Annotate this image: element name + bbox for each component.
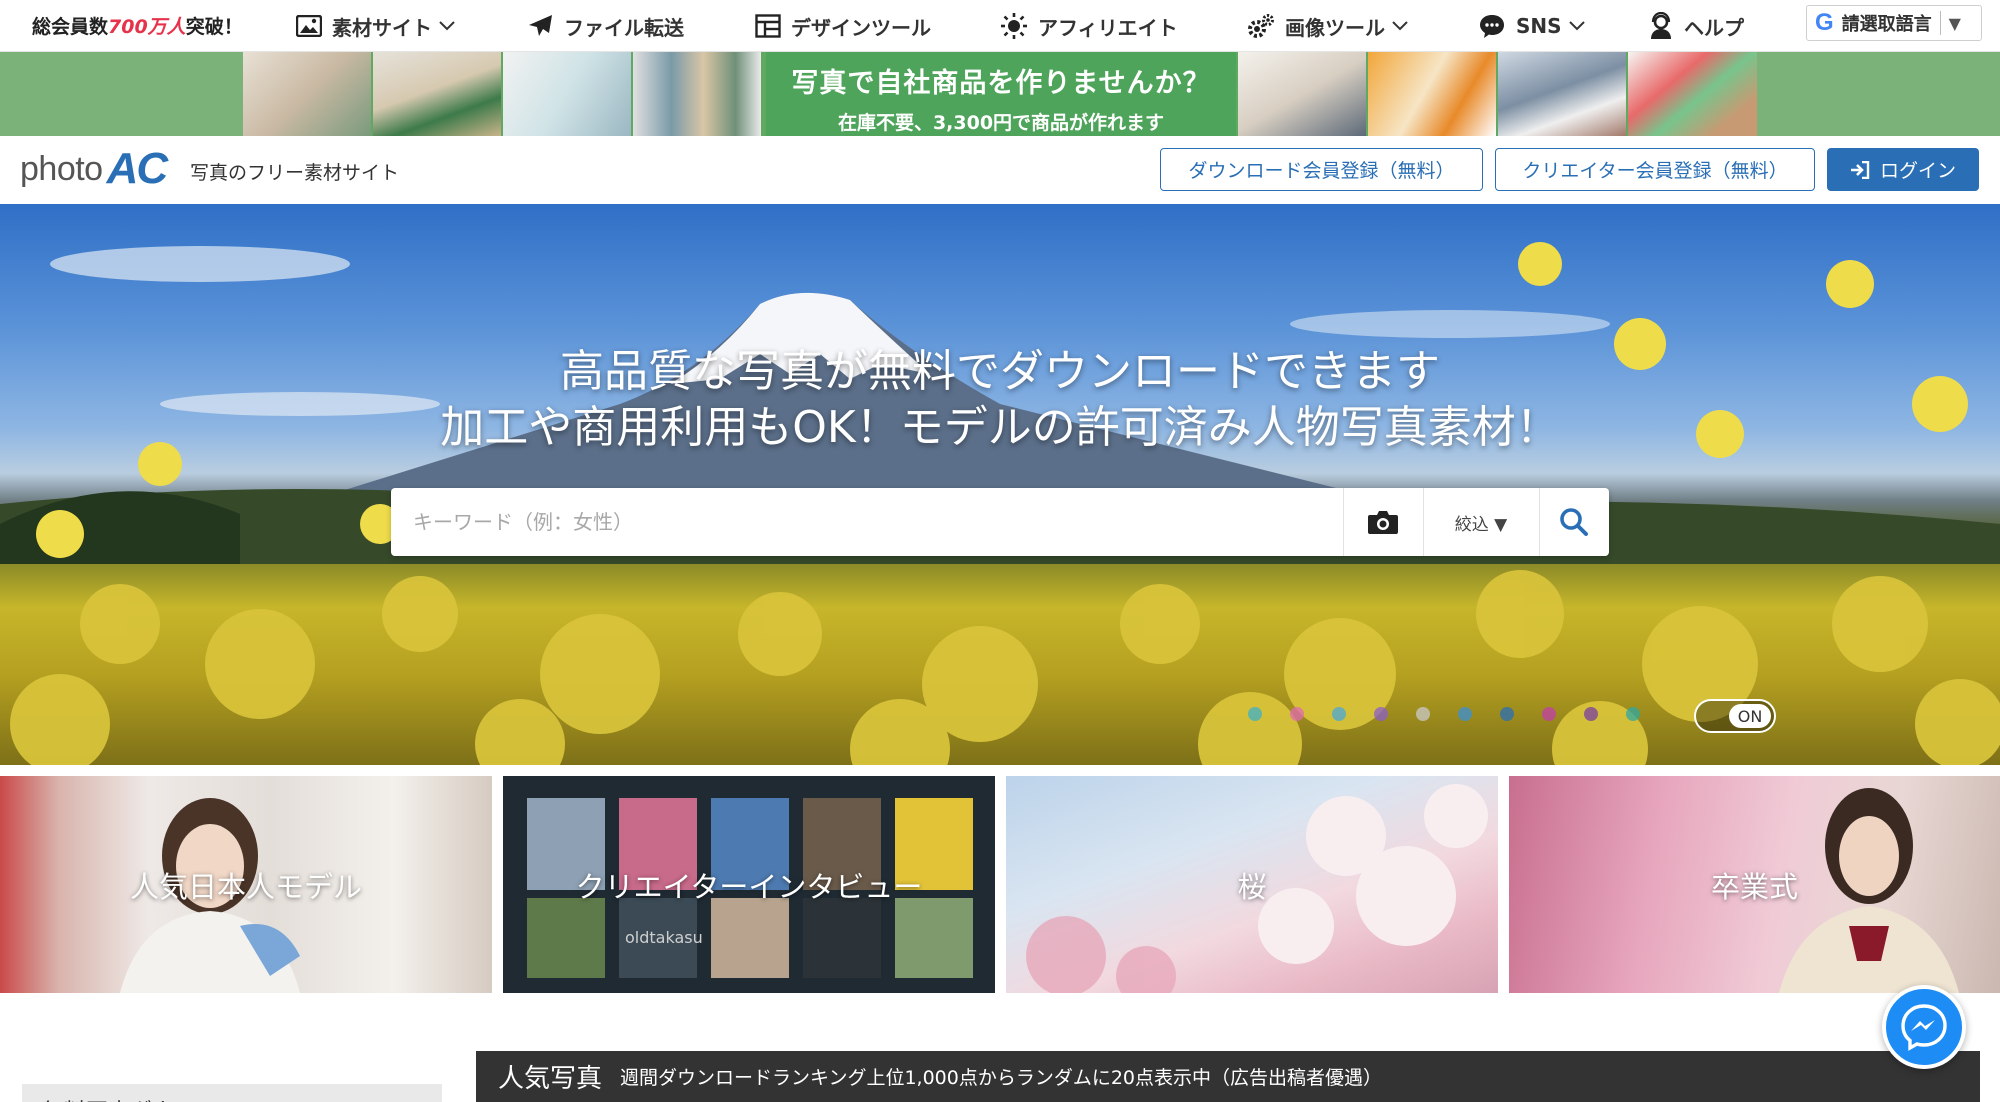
language-selector[interactable]: G 請選取語言 ▼: [1806, 5, 1982, 41]
paper-plane-icon: [529, 15, 552, 36]
top-navigation: 総会員数700万人突破！ 素材サイト ファイル転送 デザインツール アフィリエイ…: [0, 0, 2000, 52]
search-button[interactable]: [1539, 488, 1609, 556]
sidebar-box: 無料写真ダウンロード: [22, 1084, 442, 1102]
slider-dot[interactable]: [1248, 707, 1262, 721]
sidebar-title: 無料写真ダウンロード: [42, 1094, 262, 1102]
ad-thumbnail: [1498, 52, 1626, 136]
ad-thumbnail: [1238, 52, 1366, 136]
nav-material-sites[interactable]: 素材サイト: [296, 8, 456, 44]
hero-background-scene: [0, 242, 2000, 765]
sun-icon: [1001, 13, 1027, 39]
ad-banner[interactable]: 写真で自社商品を作りませんか？ 在庫不要、3,300円で商品が作れます: [0, 52, 2000, 136]
slider-dot[interactable]: [1290, 707, 1304, 721]
nav-design-tool[interactable]: デザインツール: [755, 8, 931, 44]
hero-headline-line1: 高品質な写真が無料でダウンロードできます: [560, 346, 1440, 397]
search-icon: [1560, 508, 1588, 536]
messenger-chat-button[interactable]: [1882, 985, 1966, 1069]
slider-dot[interactable]: [1626, 707, 1640, 721]
chevron-down-icon: ▼: [1948, 13, 1961, 33]
category-label: 卒業式: [1710, 869, 1798, 904]
chevron-down-icon: [1568, 21, 1585, 31]
hero-banner: 高品質な写真が無料でダウンロードできます 加工や商用利用もOK！モデルの許可済み…: [0, 204, 2000, 765]
search-input[interactable]: [391, 488, 1341, 556]
category-graduation[interactable]: 卒業式: [1509, 776, 2000, 993]
support-icon: [1651, 12, 1671, 39]
gears-icon: [1248, 14, 1274, 38]
logo-photo-text: photo: [20, 149, 103, 188]
chat-icon: [1480, 15, 1504, 38]
ad-headline: 写真で自社商品を作りませんか？: [791, 68, 1211, 99]
popular-photos-header: 人気写真 週間ダウンロードランキング上位1,000点からランダムに20点表示中（…: [476, 1051, 1980, 1102]
slider-dot[interactable]: [1374, 707, 1388, 721]
nav-affiliate[interactable]: アフィリエイト: [1000, 8, 1178, 44]
download-register-button[interactable]: ダウンロード会員登録（無料）: [1160, 148, 1483, 191]
category-label: 人気日本人モデル: [129, 869, 362, 904]
toggle-label: ON: [1729, 704, 1771, 728]
nav-image-tool[interactable]: 画像ツール: [1247, 8, 1409, 44]
nav-label: アフィリエイト: [1038, 15, 1178, 40]
nav-label: SNS: [1516, 14, 1562, 38]
slideshow-toggle[interactable]: ON: [1694, 699, 1776, 733]
ad-thumbnail: [1628, 52, 1757, 136]
ad-banner-strip[interactable]: 写真で自社商品を作りませんか？ 在庫不要、3,300円で商品が作れます: [243, 52, 1757, 136]
popular-title: 人気写真: [498, 1064, 603, 1094]
slider-dot[interactable]: [1458, 707, 1472, 721]
nav-label: ヘルプ: [1684, 15, 1744, 40]
ad-thumbnail: [503, 52, 631, 136]
divider: [1939, 11, 1941, 35]
category-cherry-blossom[interactable]: 桜: [1006, 776, 1498, 993]
chevron-down-icon: [1392, 21, 1408, 31]
ad-thumbnail: [633, 52, 761, 136]
image-icon: [296, 15, 322, 37]
login-label: ログイン: [1879, 160, 1956, 182]
category-creator-interview[interactable]: oldtakasu クリエイターインタビュー: [503, 776, 995, 993]
slider-dot[interactable]: [1584, 707, 1598, 721]
ad-subline: 在庫不要、3,300円で商品が作れます: [837, 112, 1165, 134]
site-header: photo AC 写真のフリー素材サイト ダウンロード会員登録（無料） クリエイ…: [0, 136, 2000, 204]
login-button[interactable]: ログイン: [1827, 148, 1979, 191]
slider-dots: [1248, 707, 1668, 721]
nav-label: 素材サイト: [332, 15, 432, 40]
camera-icon: [1368, 511, 1398, 534]
category-label: クリエイターインタビュー: [575, 869, 923, 904]
slider-dot[interactable]: [1500, 707, 1514, 721]
search-bar: 絞込 ▼: [391, 488, 1609, 556]
layout-icon: [755, 14, 781, 38]
creator-register-button[interactable]: クリエイター会員登録（無料）: [1495, 148, 1815, 191]
logo[interactable]: photo AC: [20, 144, 169, 194]
slider-dot[interactable]: [1542, 707, 1556, 721]
category-label: 桜: [1237, 869, 1267, 904]
site-tagline: 写真のフリー素材サイト: [190, 162, 400, 184]
filter-dropdown[interactable]: 絞込 ▼: [1423, 488, 1539, 556]
hero-headline: 高品質な写真が無料でダウンロードできます 加工や商用利用もOK！モデルの許可済み…: [0, 344, 2000, 456]
messenger-icon: [1901, 1004, 1947, 1051]
chevron-down-icon: [439, 21, 455, 31]
nav-file-transfer[interactable]: ファイル転送: [528, 8, 684, 44]
login-icon: [1850, 160, 1870, 179]
google-icon: G: [1815, 9, 1834, 36]
language-label: 請選取語言: [1841, 14, 1932, 35]
hero-headline-line2: 加工や商用利用もOK！モデルの許可済み人物写真素材！: [440, 402, 1560, 453]
ad-thumbnail: [373, 52, 501, 136]
nav-label: デザインツール: [791, 15, 931, 40]
nav-sns[interactable]: SNS: [1478, 8, 1586, 44]
nav-label: 画像ツール: [1285, 15, 1385, 40]
ad-text-panel[interactable]: 写真で自社商品を作りませんか？ 在庫不要、3,300円で商品が作れます: [766, 52, 1236, 136]
nav-help[interactable]: ヘルプ: [1648, 8, 1744, 44]
nav-label: ファイル転送: [564, 15, 684, 40]
category-japanese-models[interactable]: 人気日本人モデル: [0, 776, 492, 993]
slider-dot[interactable]: [1332, 707, 1346, 721]
member-count-banner: 総会員数700万人突破！: [32, 16, 243, 38]
popular-description: 週間ダウンロードランキング上位1,000点からランダムに20点表示中（広告出稿者…: [620, 1067, 1383, 1089]
image-search-button[interactable]: [1343, 488, 1423, 556]
slider-dot[interactable]: [1416, 707, 1430, 721]
ad-thumbnail: [243, 52, 371, 136]
logo-ac-text: AC: [106, 144, 169, 193]
ad-thumbnail: [1368, 52, 1496, 136]
